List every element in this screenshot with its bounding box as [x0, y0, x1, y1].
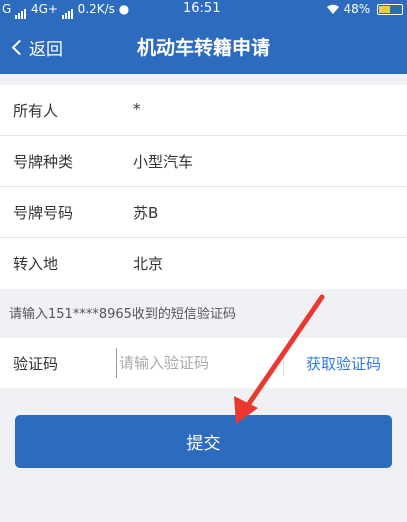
sms-hint: 请输入151****8965收到的短信验证码: [9, 307, 236, 322]
plate-number-label: 号牌号码: [13, 204, 74, 222]
owner-value: *: [133, 100, 141, 118]
destination-label: 转入地: [13, 255, 59, 273]
owner-label: 所有人: [13, 102, 59, 120]
verification-code-row: 验证码 获取验证码: [0, 338, 407, 388]
verification-code-input[interactable]: [116, 348, 276, 378]
signal-icon-2: [61, 1, 74, 19]
network-speed: 0.2K/s: [77, 2, 115, 16]
verification-code-label: 验证码: [13, 355, 59, 373]
chat-bubble-icon: ●: [118, 2, 130, 16]
form-row-owner: 所有人 *: [0, 85, 407, 136]
wifi-icon: [326, 2, 344, 16]
battery-percent: 48%: [343, 2, 371, 16]
plate-type-value: 小型汽车: [133, 153, 194, 171]
form-row-destination: 转入地 北京: [0, 238, 407, 289]
form-row-plate-number: 号牌号码 苏B: [0, 187, 407, 238]
vehicle-info-form: 所有人 * 号牌种类 小型汽车 号牌号码 苏B 转入地 北京: [0, 85, 407, 289]
battery-icon: [377, 4, 403, 15]
network-type-label: 4G+: [30, 2, 58, 16]
plate-number-value: 苏B: [133, 204, 159, 222]
nav-bar: 返回 机动车转籍申请: [0, 18, 407, 74]
destination-value: 北京: [133, 255, 164, 273]
divider: [283, 350, 284, 376]
status-time: 16:51: [183, 1, 221, 16]
network-label: G: [2, 2, 12, 16]
status-left: G 4G+ 0.2K/s ●: [2, 0, 129, 19]
page-title: 机动车转籍申请: [136, 37, 270, 59]
status-right: 48%: [326, 0, 403, 18]
submit-button[interactable]: 提交: [15, 415, 392, 468]
form-row-plate-type: 号牌种类 小型汽车: [0, 136, 407, 187]
plate-type-label: 号牌种类: [13, 153, 74, 171]
signal-icon: [15, 1, 27, 19]
status-bar: G 4G+ 0.2K/s ● 16:51 48%: [0, 0, 407, 19]
app-header: G 4G+ 0.2K/s ● 16:51 48% 返回 机动车转籍申请: [0, 0, 407, 74]
get-code-button[interactable]: 获取验证码: [306, 353, 381, 374]
